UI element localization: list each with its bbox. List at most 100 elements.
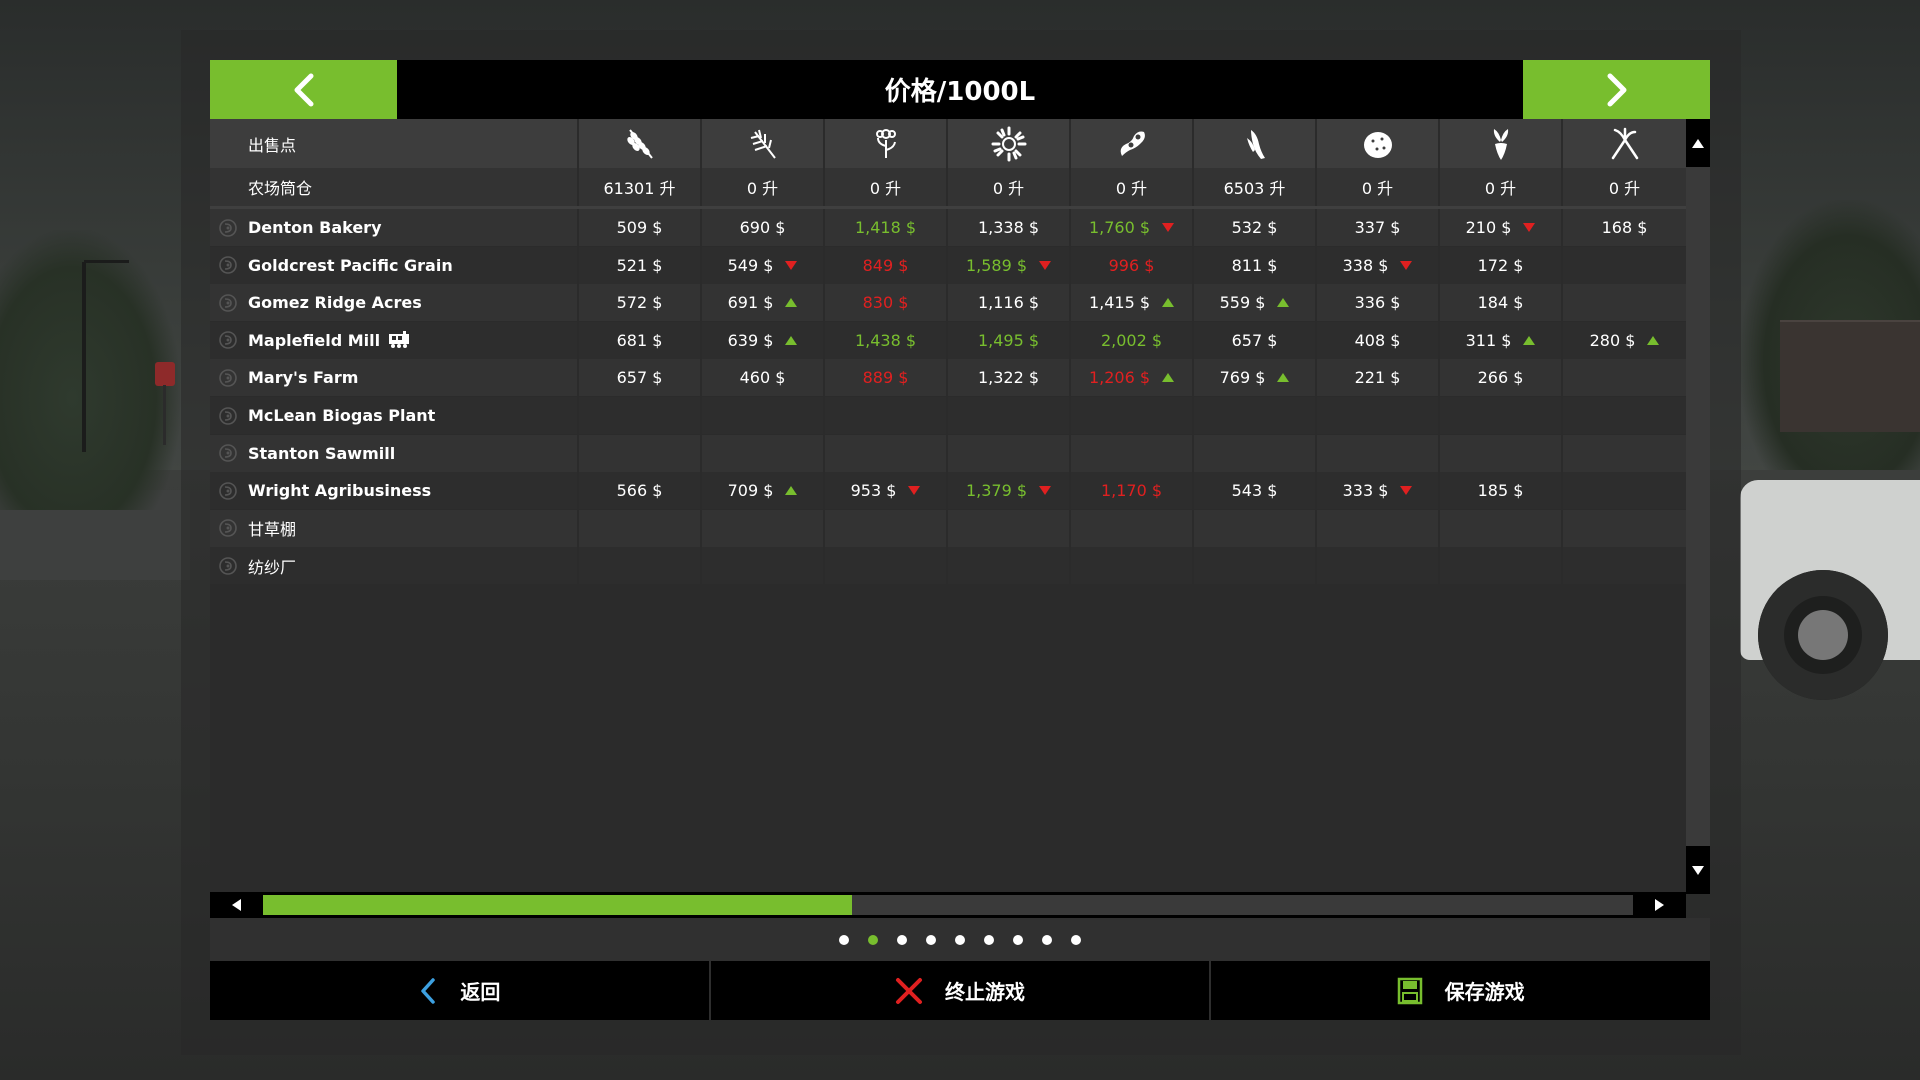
table-row[interactable]: Goldcrest Pacific Grain 521 $ 549 $ 849 $ 1,… [210,246,1686,284]
rapeseed-column-header [825,119,948,168]
price-value: 460 $ [739,368,786,388]
price-cell [1317,397,1440,434]
sunflower-icon [991,126,1026,161]
back-button[interactable]: 返回 [210,961,711,1020]
save-game-button[interactable]: 保存游戏 [1211,961,1710,1020]
page-dot[interactable] [926,934,936,945]
selling-point-label: Mary's Farm [248,368,359,388]
price-cell [1194,434,1317,472]
caret-up-icon [1692,138,1704,148]
price-value: 1,116 $ [977,293,1040,313]
table-row[interactable]: Mary's Farm 657 $ 460 $ 889 $ 1,322 $ 1,206 $… [210,359,1686,397]
page-dot[interactable] [1013,934,1023,945]
horizontal-scroll-track[interactable] [263,895,1633,915]
price-cell [1317,547,1440,585]
selling-point-name: Mary's Farm [210,359,579,397]
page-dot[interactable] [1042,934,1052,945]
price-value: 691 $ [727,293,774,313]
price-value: 849 $ [862,255,909,275]
price-down-icon [1400,260,1413,270]
table-row[interactable]: Gomez Ridge Acres 572 $ 691 $ 830 $ 1,116 $ 1… [210,284,1686,322]
hotspot-icon[interactable] [218,330,238,350]
stop-sign [155,362,175,386]
price-down-icon [1039,486,1052,496]
price-cell [702,397,825,434]
scroll-down-button[interactable] [1686,846,1710,894]
page-dot[interactable] [1071,934,1081,945]
table-row[interactable]: Maplefield Mill 681 $ 639 $ 1,438 $ 1,495 $ 2… [210,321,1686,359]
vertical-scroll-track[interactable] [1686,167,1710,846]
table-row[interactable]: 纺纱厂 [210,547,1686,585]
price-value: 168 $ [1601,218,1648,237]
table-row[interactable]: Denton Bakery 509 $ 690 $ 1,418 $ 1,338 $ 1,7… [210,209,1686,246]
price-cell: 338 $ [1317,246,1440,284]
price-cell: 172 $ [1440,246,1563,284]
price-cell: 185 $ [1440,472,1563,510]
price-value: 1,322 $ [977,368,1040,388]
page-dot[interactable] [984,934,994,945]
price-cell: 1,495 $ [948,321,1071,359]
selling-point-label: Maplefield Mill [248,330,381,350]
table-row[interactable]: 甘草棚 [210,509,1686,547]
soybean-column-header [1071,119,1194,168]
table-row[interactable]: Wright Agribusiness 566 $ 709 $ 953 $ 1,379 … [210,472,1686,510]
page-dot[interactable] [897,934,907,945]
price-value: 1,495 $ [977,330,1040,350]
hotspot-icon[interactable] [218,218,238,238]
price-value: 657 $ [1231,330,1278,350]
price-cell: 657 $ [1194,321,1317,359]
price-cell [948,434,1071,472]
page-dot[interactable] [955,934,965,945]
hotspot-icon[interactable] [218,255,238,275]
price-up-icon [1647,335,1660,345]
price-cell: 408 $ [1317,321,1440,359]
price-cell [1071,434,1194,472]
horizontal-scroll-thumb[interactable] [263,895,853,915]
page-dot[interactable] [839,934,849,945]
price-cell: 460 $ [702,359,825,397]
price-cell: 1,760 $ [1071,209,1194,246]
price-value: 996 $ [1108,255,1155,275]
chevron-left-icon [294,73,313,106]
hotspot-icon[interactable] [218,518,238,538]
silo-amount: 0 升 [1440,168,1563,206]
price-cell: 691 $ [702,284,825,322]
scroll-up-button[interactable] [1686,119,1710,167]
price-up-icon [785,335,798,345]
price-cell: 333 $ [1317,472,1440,510]
scroll-left-button[interactable] [210,892,263,918]
hotspot-icon[interactable] [218,556,238,576]
price-cell: 168 $ [1563,209,1686,246]
price-value: 566 $ [616,481,663,501]
hotspot-icon[interactable] [218,481,238,501]
price-cell [825,397,948,434]
price-cell: 1,322 $ [948,359,1071,397]
table-row[interactable]: McLean Biogas Plant [210,397,1686,434]
price-cell [1194,547,1317,585]
scroll-right-button[interactable] [1633,892,1686,918]
hotspot-icon[interactable] [218,406,238,426]
previous-page-button[interactable] [210,60,397,119]
hotspot-icon[interactable] [218,368,238,388]
selling-point-label: Stanton Sawmill [248,443,396,463]
price-cell [948,397,1071,434]
price-cell [1071,509,1194,547]
footer-bar: 返回 终止游戏 保存游戏 [210,961,1710,1020]
hotspot-icon[interactable] [218,293,238,313]
price-cell [1563,435,1686,472]
price-value: 559 $ [1219,293,1266,313]
page-dot[interactable] [868,934,878,945]
table-row[interactable]: Stanton Sawmill [210,434,1686,472]
potato-column-header [1317,119,1440,168]
price-cell: 709 $ [702,472,825,510]
price-cell: 521 $ [579,246,702,284]
quit-label: 终止游戏 [945,980,1025,1004]
vertical-scrollbar[interactable] [1686,119,1710,894]
hotspot-icon[interactable] [218,443,238,463]
quit-game-button[interactable]: 终止游戏 [711,961,1212,1020]
price-value: 1,379 $ [965,481,1028,501]
next-page-button[interactable] [1523,60,1710,119]
price-up-icon [1277,298,1290,308]
house [1780,320,1920,432]
horizontal-scrollbar[interactable] [210,892,1686,918]
